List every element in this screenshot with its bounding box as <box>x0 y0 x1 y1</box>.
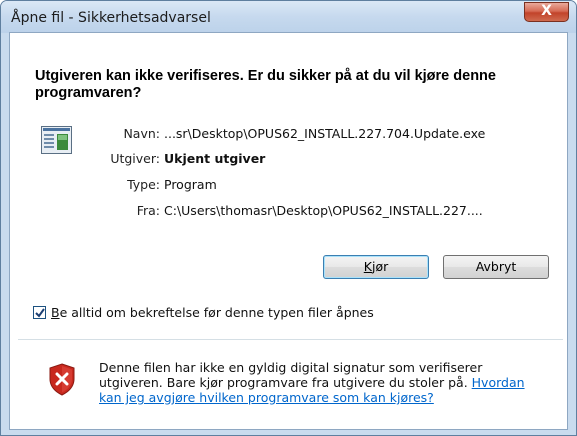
separator <box>18 339 563 340</box>
title-bar[interactable]: Åpne fil - Sikkerhetsadvarsel X <box>1 1 576 33</box>
cancel-button[interactable]: Avbryt <box>443 255 549 279</box>
window-title: Åpne fil - Sikkerhetsadvarsel <box>11 10 211 26</box>
warning-headline: Utgiveren kan ikke verifiseres. Er du si… <box>35 68 496 101</box>
publisher-value: Ukjent utgiver <box>164 151 266 166</box>
warning-message: Denne filen har ikke en gyldig digital s… <box>99 360 483 390</box>
from-label: Fra: <box>136 203 160 218</box>
run-button[interactable]: Kjør <box>323 255 429 279</box>
run-mnemonic: K <box>363 259 372 274</box>
checkbox-mnemonic: B <box>51 305 60 320</box>
type-value: Program <box>164 177 217 192</box>
confirm-checkbox[interactable] <box>33 306 46 319</box>
security-warning-dialog: Åpne fil - Sikkerhetsadvarsel X Utgivere… <box>0 0 577 436</box>
shield-error-icon <box>49 363 75 396</box>
close-button[interactable]: X <box>524 2 569 22</box>
application-icon <box>41 126 72 154</box>
checkbox-label-text: e alltid om bekreftelse før denne typen … <box>59 305 374 320</box>
from-value: C:\Users\thomasr\Desktop\OPUS62_INSTALL.… <box>164 203 483 218</box>
signature-warning-text: Denne filen har ikke en gyldig digital s… <box>99 360 544 405</box>
dialog-content: Utgiveren kan ikke verifiseres. Er du si… <box>9 32 568 430</box>
publisher-label: Utgiver: <box>110 151 160 166</box>
confirm-checkbox-label[interactable]: Be alltid om bekreftelse før denne typen… <box>51 305 374 320</box>
type-label: Type: <box>127 177 160 192</box>
run-label: jør <box>371 259 389 274</box>
name-value: ...sr\Desktop\OPUS62_INSTALL.227.704.Upd… <box>164 126 486 141</box>
checkmark-icon <box>35 308 45 318</box>
name-label: Navn: <box>123 126 160 141</box>
